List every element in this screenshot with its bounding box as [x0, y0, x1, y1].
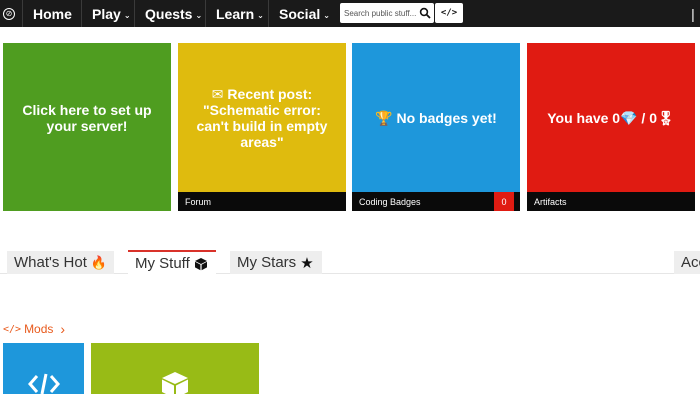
top-navbar: ⊘ Home Play ⌄ Quests ⌄ Learn ⌄ Social ⌄ …: [0, 0, 700, 27]
nav-social[interactable]: Social ⌄: [268, 0, 330, 27]
badge-count: 0: [494, 192, 514, 211]
tab-my-stars[interactable]: My Stars ★: [230, 251, 322, 274]
badges-text: 🏆 No badges yet!: [375, 109, 497, 126]
chevron-right-icon: ›: [60, 321, 66, 337]
mod-card-code[interactable]: [3, 343, 84, 394]
mods-label: Mods: [24, 322, 54, 336]
nav-home[interactable]: Home: [22, 0, 72, 27]
tab-account-label: Acc: [681, 254, 700, 271]
nav-right-item[interactable]: |: [686, 0, 700, 27]
tab-my-stuff-label: My Stuff: [135, 255, 190, 272]
search-input[interactable]: [344, 8, 418, 18]
tab-whats-hot-label: What's Hot: [14, 254, 87, 271]
fire-icon: 🔥: [90, 254, 108, 270]
recent-post-text: ✉ Recent post: "Schematic error: can't b…: [196, 85, 328, 150]
artifacts-text: You have 0💎 / 0🎖: [547, 109, 675, 126]
nav-quests-label: Quests: [145, 5, 193, 22]
nav-play-label: Play: [92, 5, 121, 22]
code-icon: [27, 373, 60, 394]
nav-learn[interactable]: Learn ⌄: [205, 0, 264, 27]
forum-tile[interactable]: ✉ Recent post: "Schematic error: can't b…: [178, 43, 346, 211]
star-icon: ★: [300, 254, 314, 272]
tab-whats-hot[interactable]: What's Hot 🔥: [7, 251, 114, 274]
tab-account[interactable]: Acc: [674, 251, 700, 274]
search-icon[interactable]: [419, 7, 431, 19]
code-button[interactable]: </>: [435, 3, 463, 23]
chevron-down-icon: ⌄: [257, 10, 264, 20]
setup-server-tile[interactable]: Click here to set up your server!: [3, 43, 171, 211]
chevron-down-icon: ⌄: [123, 10, 131, 20]
tab-my-stars-label: My Stars: [237, 254, 297, 271]
code-icon: </>: [440, 8, 458, 18]
nav-play[interactable]: Play ⌄: [81, 0, 131, 27]
cube-icon: [162, 372, 188, 394]
coding-badges-tile[interactable]: 🏆 No badges yet! Coding Badges 0: [352, 43, 520, 211]
tab-my-stuff[interactable]: My Stuff: [128, 250, 216, 275]
chevron-down-icon: ⌄: [323, 10, 330, 20]
nav-quests[interactable]: Quests ⌄: [134, 0, 202, 27]
mod-card-cube[interactable]: [91, 343, 259, 394]
nav-learn-label: Learn: [216, 5, 255, 22]
nav-social-label: Social: [279, 5, 321, 22]
cube-icon: [194, 257, 207, 270]
logo-icon[interactable]: ⊘: [0, 0, 18, 27]
code-icon: </>: [3, 323, 22, 335]
nav-home-label: Home: [33, 5, 72, 22]
tile-footer-artifacts: Artifacts: [527, 192, 695, 211]
setup-server-text: Click here to set up your server!: [22, 101, 152, 134]
artifacts-tile[interactable]: You have 0💎 / 0🎖 Artifacts: [527, 43, 695, 211]
chevron-down-icon: ⌄: [195, 10, 203, 20]
search-box: [340, 3, 434, 23]
mods-link[interactable]: </> Mods ›: [3, 321, 65, 337]
tile-footer-forum: Forum: [178, 192, 346, 211]
